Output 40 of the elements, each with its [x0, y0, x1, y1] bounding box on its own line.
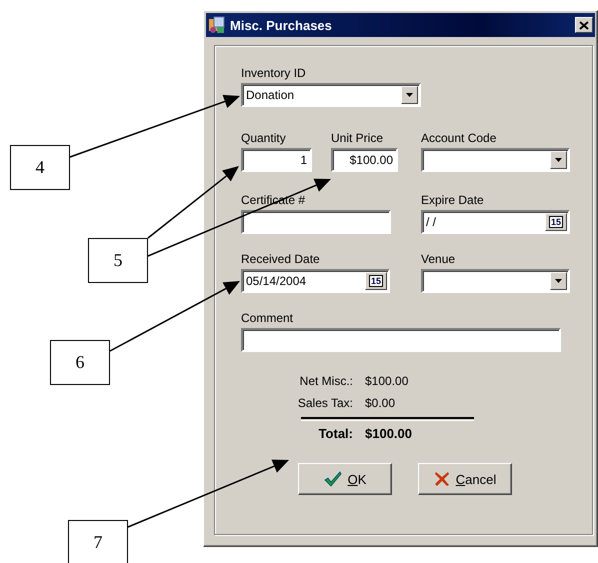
field-label: Unit Price	[331, 131, 384, 145]
summary-label: Sales Tax:	[296, 395, 353, 412]
field-label: Inventory ID	[241, 66, 307, 80]
input-field[interactable]	[241, 328, 561, 352]
summary-value: $100.00	[365, 373, 410, 390]
cancel-button[interactable]: Cancel	[418, 463, 512, 495]
dropdown-arrow-icon	[406, 93, 413, 97]
dropdown-field[interactable]: Donation	[241, 83, 421, 107]
summary-label: Net Misc.:	[298, 373, 353, 390]
date-field[interactable]: 05/14/2004 15	[241, 269, 390, 293]
ok-button[interactable]: OK	[298, 463, 392, 495]
callout-number: 4	[10, 145, 70, 190]
dropdown-field[interactable]	[421, 269, 570, 293]
callout-number: 5	[88, 238, 148, 283]
close-button[interactable]	[575, 17, 593, 33]
dropdown-field[interactable]	[421, 148, 570, 172]
check-icon	[324, 471, 342, 487]
callout-number: 7	[68, 520, 128, 563]
window-title: Misc. Purchases	[230, 18, 333, 32]
summary-value: $0.00	[365, 395, 396, 412]
input-field[interactable]: 1	[241, 148, 312, 172]
calendar-button[interactable]: 15	[365, 272, 387, 290]
callout-number: 6	[50, 340, 110, 385]
input-field[interactable]	[241, 210, 391, 234]
field-label: Account Code	[421, 131, 498, 145]
dropdown-arrow-icon	[555, 279, 562, 283]
summary-label: Total:	[318, 425, 353, 443]
close-icon	[579, 20, 589, 30]
field-label: Received Date	[241, 252, 321, 266]
summary-value: $100.00	[365, 425, 413, 443]
field-label: Expire Date	[421, 193, 485, 207]
field-label: Comment	[241, 311, 294, 325]
calendar-button[interactable]: 15	[545, 213, 567, 231]
field-label: Venue	[421, 252, 456, 266]
input-field[interactable]: $100.00	[331, 148, 398, 172]
app-icon	[208, 16, 226, 34]
dropdown-arrow-icon	[555, 158, 562, 162]
date-field[interactable]: / / 15	[421, 210, 570, 234]
cross-icon	[434, 471, 450, 487]
field-label: Quantity	[241, 131, 287, 145]
